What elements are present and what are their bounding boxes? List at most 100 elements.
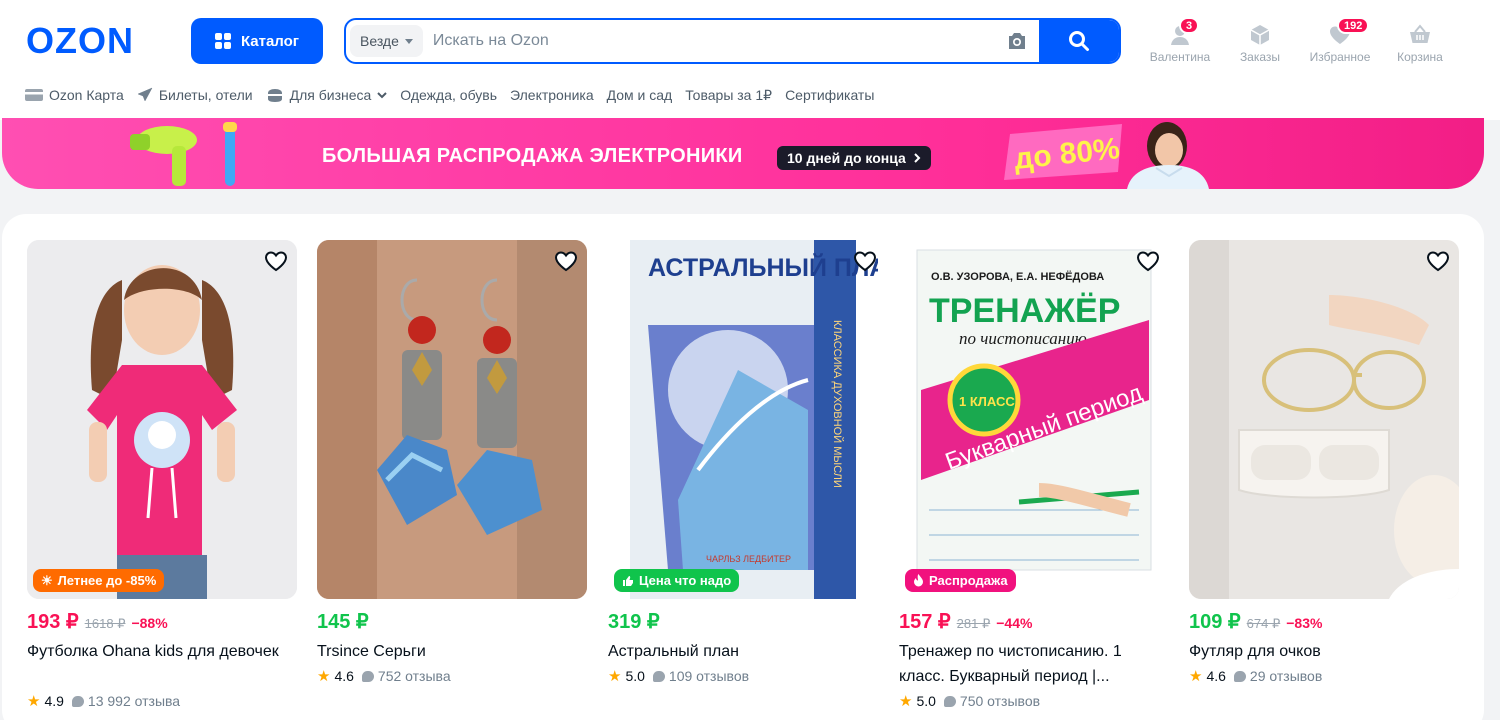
quicklink-electronics[interactable]: Электроника [510,87,594,103]
rating-value: 4.6 [1206,668,1226,684]
star-icon: ★ [608,668,622,685]
product-card[interactable]: О.В. УЗОРОВА, Е.А. НЕФЁДОВА ТРЕНАЖЁР по … [899,240,1169,720]
comment-icon [943,695,956,707]
quicklink-ozon-card[interactable]: Ozon Карта [25,87,124,103]
product-card[interactable]: 109 ₽ 674 ₽ −83% Футляр для очков ★ 4.6 … [1189,240,1459,720]
review-count: 29 отзывов [1249,668,1323,684]
quicklink-clothes[interactable]: Одежда, обувь [400,87,497,103]
product-tag: Распродажа [905,569,1016,592]
product-card[interactable]: 145 ₽ Trsince Серьги ★ 4.6 752 отзыва [317,240,587,720]
product-old-price: 281 ₽ [956,616,991,631]
comment-icon [71,695,84,707]
search-scope-select[interactable]: Везде [350,25,423,57]
business-icon [267,89,282,102]
product-price: 193 ₽ [27,611,79,633]
product-old-price: 1618 ₽ [84,616,126,631]
quicklink-label: Дом и сад [606,87,673,103]
quicklink-home-garden[interactable]: Дом и сад [607,87,673,103]
product-discount: −88% [131,615,168,631]
nav-cart-label: Корзина [1397,50,1443,64]
quicklink-label: Сертификаты [785,87,875,103]
quicklink-business[interactable]: Для бизнеса [266,87,388,103]
product-image[interactable]: ☀ Летнее до -85% [27,240,297,599]
nav-profile[interactable]: 3 Валентина [1140,17,1220,64]
banner-title: БОЛЬШАЯ РАСПРОДАЖА ЭЛЕКТРОНИКИ [322,145,743,167]
promo-banner[interactable]: БОЛЬШАЯ РАСПРОДАЖА ЭЛЕКТРОНИКИ 10 дней д… [2,118,1484,189]
product-title[interactable]: Футболка Ohana kids для девочек [27,639,292,664]
earrings-photo [317,240,587,599]
logo-text: OZON [26,20,134,60]
product-card[interactable]: АСТРАЛЬНЫЙ ПЛАН ЧАРЛЬЗ ЛЕДБИТЕР КЛАССИКА… [608,240,878,720]
banner-countdown-button[interactable]: 10 дней до конца [777,146,931,170]
product-price: 109 ₽ [1189,611,1241,633]
product-image[interactable] [1189,240,1459,599]
comment-icon [1233,670,1246,682]
plane-icon [137,87,153,102]
product-tag: Цена что надо [614,569,740,592]
product-discount: −44% [996,615,1033,631]
product-title[interactable]: Trsince Серьги [317,639,582,664]
quicklink-label: Одежда, обувь [400,87,498,103]
camera-icon[interactable] [1005,29,1029,53]
product-image[interactable] [317,240,587,599]
quicklink-label: Товары за 1₽ [685,86,773,103]
book-cover-title: АСТРАЛЬНЫЙ ПЛАН [648,252,878,282]
book-cover-author: ЧАРЛЬЗ ЛЕДБИТЕР [706,554,791,564]
book-cover-title: ТРЕНАЖЁР [929,292,1120,330]
header: OZON Каталог Везде 3 Валент [0,0,1500,120]
heart-outline-icon[interactable] [263,248,289,274]
product-tag-label: Распродажа [929,573,1008,588]
ozon-logo[interactable]: OZON [26,20,166,60]
heart-icon: 192 [1327,17,1370,48]
product-title[interactable]: Футляр для очков [1189,639,1454,664]
hair-dryer-image [130,122,237,186]
price-row: 109 ₽ 674 ₽ −83% [1189,609,1322,633]
book-cover-spine: КЛАССИКА ДУХОВНОЙ МЫСЛИ [831,320,844,488]
rating-value: 5.0 [625,668,645,684]
review-count: 109 отзывов [668,668,750,684]
product-rating: ★ 4.9 13 992 отзыва [27,692,180,710]
grid-icon [214,33,231,49]
product-card[interactable]: ☀ Летнее до -85% 193 ₽ 1618 ₽ −88% Футбо… [27,240,297,720]
quicklink-label: Билеты, отели [158,87,253,103]
product-image[interactable]: О.В. УЗОРОВА, Е.А. НЕФЁДОВА ТРЕНАЖЁР по … [899,240,1169,599]
book-cover-trenazher: О.В. УЗОРОВА, Е.А. НЕФЁДОВА ТРЕНАЖЁР по … [899,240,1169,599]
heart-outline-icon[interactable] [1425,248,1451,274]
price-row: 157 ₽ 281 ₽ −44% [899,609,1032,633]
product-rating: ★ 5.0 109 отзывов [608,667,749,685]
product-rating: ★ 5.0 750 отзывов [899,692,1040,710]
caret-down-icon [404,38,413,44]
product-old-price: 674 ₽ [1246,616,1281,631]
rating-value: 4.9 [44,693,64,709]
search-input[interactable] [422,20,1005,62]
nav-cart[interactable]: Корзина [1380,18,1460,64]
search-scope-label: Везде [360,33,399,49]
box-icon [1247,22,1273,48]
quicklink-tickets[interactable]: Билеты, отели [137,87,253,103]
book-cover-authors: О.В. УЗОРОВА, Е.А. НЕФЁДОВА [931,270,1104,283]
catalog-button[interactable]: Каталог [191,18,323,64]
heart-outline-icon[interactable] [1135,248,1161,274]
rating-value: 5.0 [916,693,936,709]
product-rating: ★ 4.6 29 отзывов [1189,667,1322,685]
nav-favorites[interactable]: 192 Избранное [1300,17,1380,64]
quicklink-certificates[interactable]: Сертификаты [785,87,874,103]
product-tag: ☀ Летнее до -85% [33,569,165,592]
heart-outline-icon[interactable] [553,248,579,274]
price-row: 319 ₽ [608,609,660,633]
product-title[interactable]: Астральный план [608,639,873,664]
catalog-label: Каталог [240,32,300,50]
quicklink-one-ruble[interactable]: Товары за 1₽ [685,87,772,104]
product-tag-label: Цена что надо [639,573,732,588]
product-price: 157 ₽ [899,611,951,633]
nav-orders[interactable]: Заказы [1220,18,1300,64]
heart-outline-icon[interactable] [852,248,878,274]
search-button[interactable] [1039,20,1119,62]
product-price: 319 ₽ [608,611,660,633]
sun-icon: ☀ [41,572,53,588]
star-icon: ★ [317,668,331,685]
product-title[interactable]: Тренажер по чистописанию. 1 класс. Буква… [899,639,1164,689]
comment-icon [652,670,665,682]
product-image[interactable]: АСТРАЛЬНЫЙ ПЛАН ЧАРЛЬЗ ЛЕДБИТЕР КЛАССИКА… [608,240,878,599]
price-row: 193 ₽ 1618 ₽ −88% [27,609,168,633]
